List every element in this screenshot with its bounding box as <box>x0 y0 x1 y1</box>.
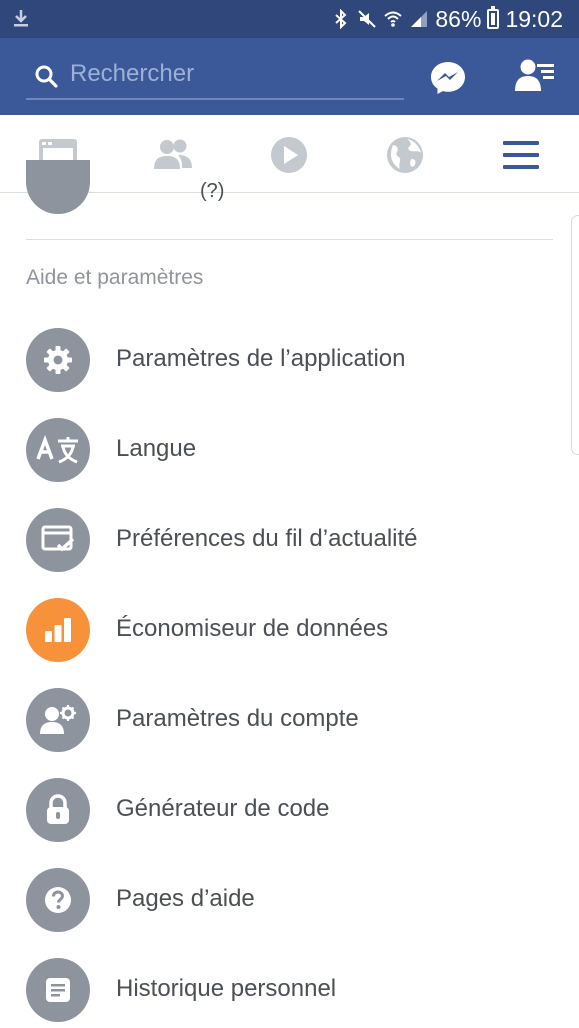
partial-menu-item-label: (?) <box>200 180 225 202</box>
lock-icon <box>26 778 90 842</box>
data-saver-icon <box>26 598 90 662</box>
search-input[interactable]: Rechercher <box>70 60 194 88</box>
menu-item-label: Économiseur de données <box>116 615 389 642</box>
section-divider <box>26 239 553 240</box>
friend-requests-icon[interactable] <box>514 58 556 94</box>
status-bar: 86% 19:02 <box>0 0 579 38</box>
bluetooth-icon <box>335 9 347 29</box>
clock: 19:02 <box>505 5 563 32</box>
menu-item-feed-preferences[interactable]: Préférences du fil d’actualité <box>0 508 579 598</box>
battery-icon <box>487 6 500 29</box>
wifi-icon <box>384 11 403 27</box>
battery-percent: 86% <box>435 5 482 32</box>
menu-item-label: Paramètres de l’application <box>116 345 406 372</box>
download-icon <box>14 10 28 27</box>
search-icon <box>35 65 58 88</box>
friends-tab-icon[interactable] <box>151 133 195 177</box>
menu-item-help-pages[interactable]: Pages d’aide <box>0 868 579 958</box>
feed-preferences-icon <box>26 508 90 572</box>
signal-icon <box>411 11 428 27</box>
menu-item-code-generator[interactable]: Générateur de code <box>0 778 579 868</box>
menu-item-app-settings[interactable]: Paramètres de l’application <box>0 328 579 418</box>
menu-item-label: Paramètres du compte <box>116 705 359 732</box>
menu-item-label: Pages d’aide <box>116 885 255 912</box>
mute-icon <box>358 10 377 28</box>
gear-icon <box>26 328 90 392</box>
partial-menu-item-icon[interactable] <box>26 160 90 214</box>
menu-item-label: Générateur de code <box>116 795 330 822</box>
section-title: Aide et paramètres <box>26 266 204 289</box>
menu-item-label: Historique personnel <box>116 975 337 1002</box>
account-settings-icon <box>26 688 90 752</box>
menu-item-activity-log[interactable]: Historique personnel <box>0 958 579 1028</box>
search-bar[interactable]: Rechercher <box>26 50 404 100</box>
menu-item-language[interactable]: Langue <box>0 418 579 508</box>
top-header: Rechercher <box>0 38 579 115</box>
menu-item-label: Préférences du fil d’actualité <box>116 525 418 552</box>
activity-log-icon <box>26 958 90 1022</box>
globe-icon[interactable] <box>383 133 427 177</box>
translate-icon <box>26 418 90 482</box>
messenger-icon[interactable] <box>430 60 466 96</box>
menu-icon[interactable] <box>499 133 543 177</box>
menu-item-label: Langue <box>116 435 197 462</box>
video-icon[interactable] <box>267 133 311 177</box>
menu-item-data-saver[interactable]: Économiseur de données <box>0 598 579 688</box>
menu-item-account-settings[interactable]: Paramètres du compte <box>0 688 579 778</box>
help-icon <box>26 868 90 932</box>
